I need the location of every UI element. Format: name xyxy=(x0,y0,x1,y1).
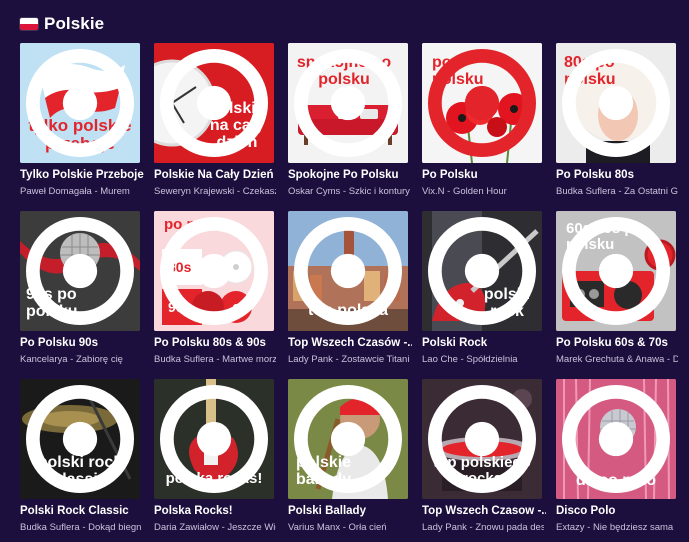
radio-icon xyxy=(26,49,134,157)
playlist-title[interactable]: Polskie Na Cały Dzień xyxy=(154,169,278,181)
playlist-title[interactable]: Polski Ballady xyxy=(288,505,412,517)
playlist-subtitle: Extazy - Nie będziesz sama xyxy=(556,522,674,533)
playlist-cover[interactable]: polski rock xyxy=(422,211,542,331)
radio-icon xyxy=(160,385,268,493)
playlist-title[interactable]: Po Polsku 90s xyxy=(20,337,144,349)
playlist-subtitle: Budka Suflera - Martwe morze xyxy=(154,354,276,365)
radio-icon xyxy=(26,217,134,325)
playlist-title[interactable]: Spokojne Po Polsku xyxy=(288,169,412,181)
playlist-subtitle: Budka Suflera - Za Ostatni Grosz xyxy=(556,186,678,197)
playlist-title[interactable]: Top Wszech Czasow -... xyxy=(422,505,546,517)
playlist-cover[interactable]: spokojne po polsku xyxy=(288,43,408,163)
playlist-card[interactable]: tylko polskie przeboje Tylko Polskie Prz… xyxy=(20,43,144,201)
playlist-subtitle: Kancelarya - Zabiorę cię xyxy=(20,354,123,365)
playlist-subtitle: Varius Manx - Orła cień xyxy=(288,522,387,533)
playlist-cover[interactable]: polska rocks! xyxy=(154,379,274,499)
playlist-title[interactable]: Tylko Polskie Przeboje xyxy=(20,169,144,181)
poland-flag-icon xyxy=(20,18,38,30)
radio-icon xyxy=(562,49,670,157)
playlist-card[interactable]: polskie ballady Polski Ballady Varius Ma… xyxy=(288,379,408,537)
radio-icon xyxy=(26,385,134,493)
playlist-card[interactable]: spokojne po polsku Spokojne Po Polsku Os… xyxy=(288,43,410,201)
playlist-cover[interactable]: polski rock classic xyxy=(20,379,140,499)
playlist-cover[interactable]: tylko polskie przeboje xyxy=(20,43,140,163)
radio-icon xyxy=(428,217,536,325)
playlist-cover[interactable]: disco polo xyxy=(556,379,676,499)
playlist-grid: tylko polskie przeboje Tylko Polskie Prz… xyxy=(20,43,678,537)
playlist-subtitle: Marek Grechuta & Anawa - Dni xyxy=(556,354,678,365)
playlist-card[interactable]: po polsku 80s 90s Po Polsku 80s & 90s Bu… xyxy=(154,211,276,369)
playlist-title[interactable]: Po Polsku xyxy=(422,169,546,181)
playlist-card[interactable]: 90s po polsku Po Polsku 90s Kancelarya -… xyxy=(20,211,140,369)
playlist-card[interactable]: polski rock Polski Rock Lao Che - Spółdz… xyxy=(422,211,542,369)
playlist-subtitle: Daria Zawiałow - Jeszcze Wiele xyxy=(154,522,276,533)
playlist-card[interactable]: po polsku Po Polsku Vix.N - Golden Hour xyxy=(422,43,542,201)
playlist-card[interactable]: polska rocks! Polska Rocks! Daria Zawiał… xyxy=(154,379,276,537)
playlist-subtitle: Lao Che - Spółdzielnia xyxy=(422,354,518,365)
playlist-subtitle: Vix.N - Golden Hour xyxy=(422,186,507,197)
radio-icon xyxy=(294,49,402,157)
playlist-title[interactable]: Polska Rocks! xyxy=(154,505,278,517)
radio-icon xyxy=(428,49,536,157)
radio-icon xyxy=(160,49,268,157)
playlist-title[interactable]: Polski Rock Classic xyxy=(20,505,144,517)
playlist-cover[interactable]: 90s po polsku xyxy=(20,211,140,331)
playlist-subtitle: Budka Suflera - Dokąd biegniesz xyxy=(20,522,142,533)
playlist-card[interactable]: 80s po polsku Po Polsku 80s Budka Sufler… xyxy=(556,43,678,201)
playlist-cover[interactable]: top polska xyxy=(288,211,408,331)
playlist-cover[interactable]: po polsku xyxy=(422,43,542,163)
section-header: Polskie xyxy=(20,12,104,36)
radio-icon xyxy=(160,217,268,325)
playlist-subtitle: Paweł Domagała - Murem xyxy=(20,186,130,197)
playlist-card[interactable]: disco polo Disco Polo Extazy - Nie będzi… xyxy=(556,379,676,537)
playlist-title[interactable]: Disco Polo xyxy=(556,505,680,517)
playlist-title[interactable]: Po Polsku 80s & 90s xyxy=(154,337,278,349)
playlist-cover[interactable]: 60s 70s po polsku xyxy=(556,211,676,331)
playlist-subtitle: Seweryn Krajewski - Czekasz xyxy=(154,186,276,197)
radio-icon xyxy=(428,385,536,493)
playlist-card[interactable]: polskie na cały dzień Polskie Na Cały Dz… xyxy=(154,43,276,201)
playlist-card[interactable]: top polskiego rocka Top Wszech Czasow -.… xyxy=(422,379,546,537)
playlist-cover[interactable]: 80s po polsku xyxy=(556,43,676,163)
radio-icon xyxy=(562,385,670,493)
radio-icon xyxy=(562,217,670,325)
playlist-cover[interactable]: po polsku 80s 90s xyxy=(154,211,274,331)
playlist-cover[interactable]: top polskiego rocka xyxy=(422,379,542,499)
playlist-subtitle: Lady Pank - Znowu pada deszcz xyxy=(422,522,544,533)
playlist-card[interactable]: polski rock classic Polski Rock Classic … xyxy=(20,379,142,537)
playlist-subtitle: Oskar Cyms - Szkic i kontury xyxy=(288,186,410,197)
playlist-title[interactable]: Polski Rock xyxy=(422,337,546,349)
radio-icon xyxy=(294,217,402,325)
playlist-title[interactable]: Top Wszech Czasów -... xyxy=(288,337,412,349)
playlist-card[interactable]: 60s 70s po polsku Po Polsku 60s & 70s Ma… xyxy=(556,211,678,369)
playlist-title[interactable]: Po Polsku 60s & 70s xyxy=(556,337,680,349)
section-title: Polskie xyxy=(44,14,105,33)
playlist-cover[interactable]: polskie ballady xyxy=(288,379,408,499)
playlist-cover[interactable]: polskie na cały dzień xyxy=(154,43,274,163)
playlist-card[interactable]: top polska Top Wszech Czasów -... Lady P… xyxy=(288,211,412,369)
playlist-subtitle: Lady Pank - Zostawcie Titanica xyxy=(288,354,410,365)
radio-icon xyxy=(294,385,402,493)
playlist-title[interactable]: Po Polsku 80s xyxy=(556,169,680,181)
